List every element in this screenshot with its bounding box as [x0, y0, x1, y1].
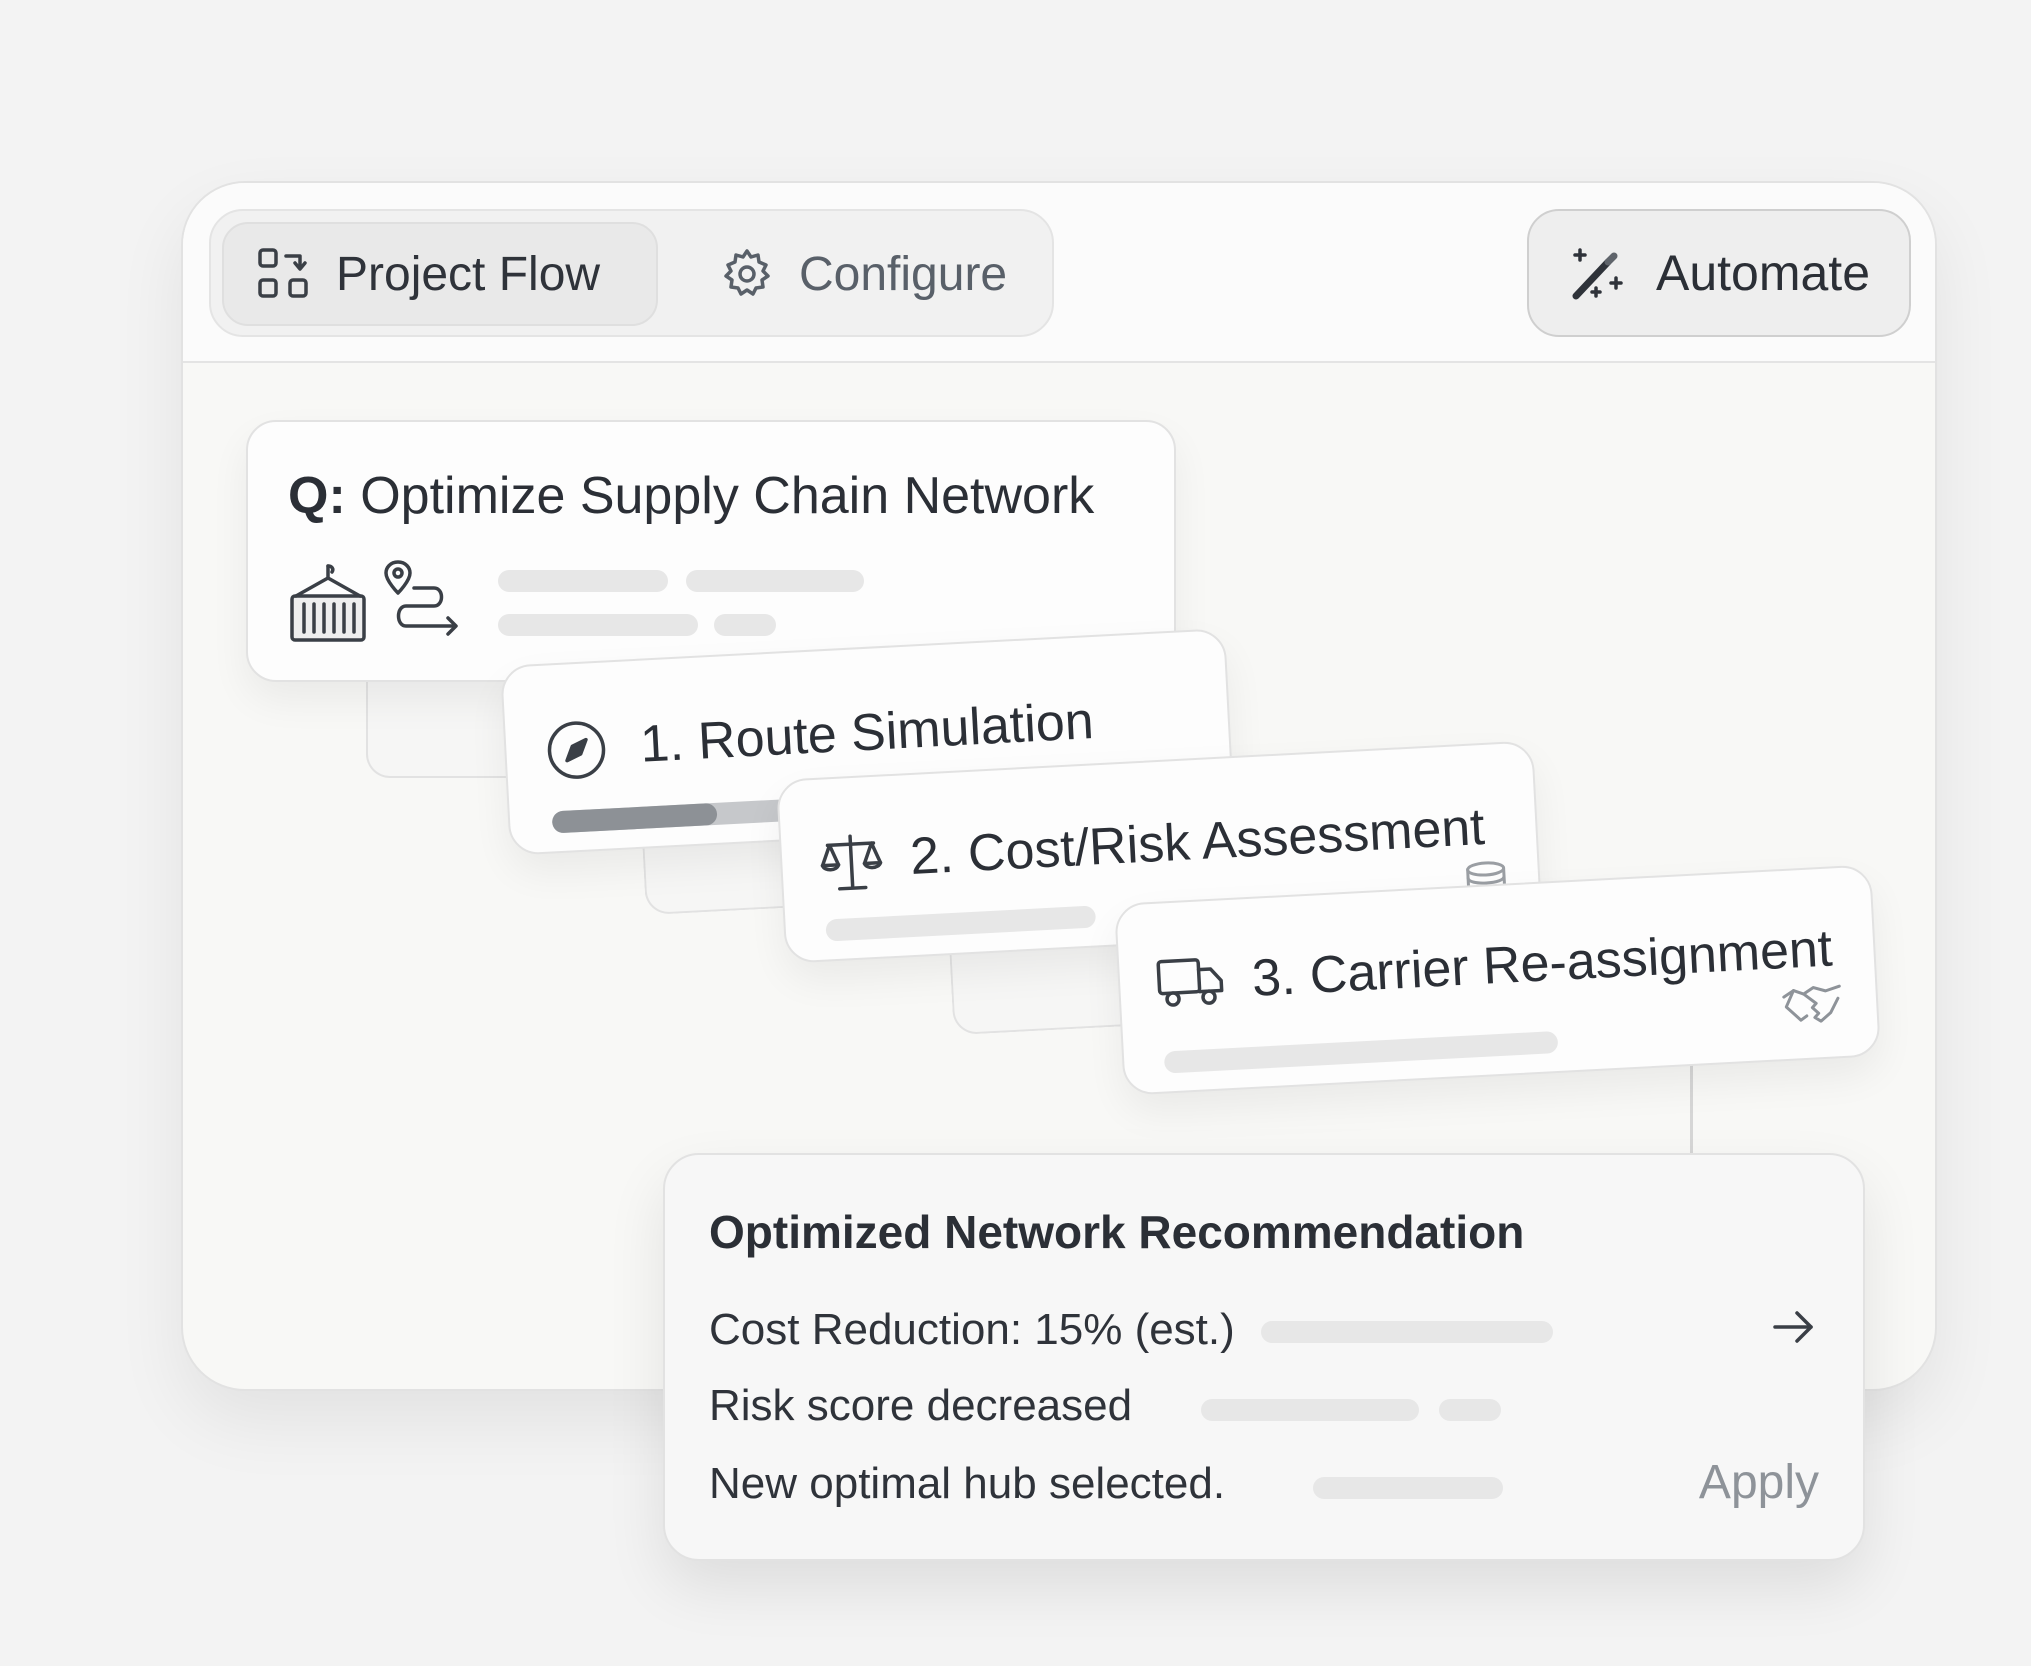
connector-line	[1690, 1060, 1693, 1156]
arrow-right-icon[interactable]	[1771, 1307, 1817, 1347]
placeholder-bar	[1163, 1030, 1559, 1074]
tab-project-flow[interactable]: Project Flow	[222, 222, 658, 326]
recommendation-title: Optimized Network Recommendation	[709, 1206, 1525, 1258]
placeholder-bar	[1313, 1477, 1503, 1499]
automate-label: Automate	[1655, 245, 1870, 301]
placeholder-bar	[1261, 1321, 1553, 1343]
recommendation-line: Risk score decreased	[709, 1381, 1133, 1430]
progress-bar	[551, 798, 803, 834]
step-label: 3. Carrier Re-assignment	[1250, 919, 1834, 1008]
placeholder-bar	[1439, 1399, 1501, 1421]
progress-fill	[551, 802, 718, 834]
tab-label: Project Flow	[336, 247, 601, 301]
compass-icon	[547, 721, 606, 779]
gear-icon	[724, 249, 770, 296]
step-label: 2. Cost/Risk Assessment	[908, 798, 1487, 887]
magic-wand-icon	[1572, 248, 1623, 300]
recommendation-line: New optimal hub selected.	[709, 1459, 1226, 1508]
tab-bar: Project Flow Configure	[209, 209, 1054, 337]
tab-label: Configure	[799, 247, 1008, 301]
placeholder-bar	[714, 614, 776, 636]
placeholder-bar	[498, 570, 668, 592]
step-label: 1. Route Simulation	[638, 692, 1096, 774]
toolbar: Project Flow Configure Automate	[183, 183, 1935, 363]
query-title-text: Optimize Supply Chain Network	[360, 467, 1095, 525]
step-card-carrier-re-assignment[interactable]: 3. Carrier Re-assignment	[1114, 864, 1882, 1096]
placeholder-bar	[1201, 1399, 1419, 1421]
shipping-container-icon	[290, 564, 366, 642]
tab-configure[interactable]: Configure	[687, 222, 1043, 326]
flow-icon	[258, 248, 308, 298]
placeholder-bar	[686, 570, 864, 592]
route-icon	[384, 560, 458, 636]
handshake-icon	[1782, 984, 1841, 1023]
apply-button[interactable]: Apply	[1699, 1455, 1819, 1510]
placeholder-bar	[498, 614, 698, 636]
query-prefix: Q:	[288, 467, 346, 525]
recommendation-card: Optimized Network Recommendation Cost Re…	[663, 1153, 1865, 1561]
scale-icon	[820, 834, 883, 891]
query-title: Q: Optimize Supply Chain Network	[288, 466, 1094, 526]
automate-button[interactable]: Automate	[1527, 209, 1911, 337]
recommendation-line: Cost Reduction: 15% (est.)	[709, 1305, 1235, 1354]
placeholder-bar	[825, 905, 1097, 942]
truck-icon	[1156, 958, 1224, 1007]
